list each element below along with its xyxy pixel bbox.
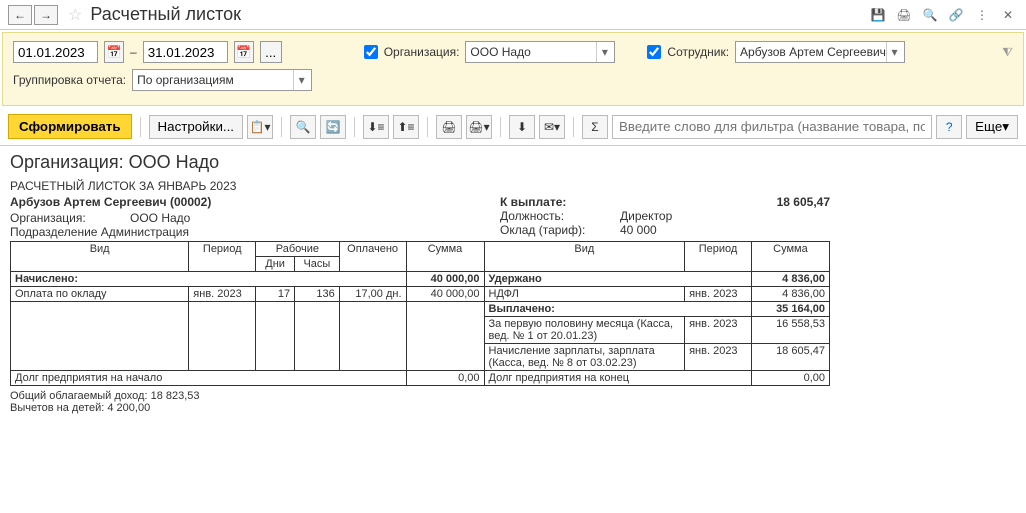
- group-label: Группировка отчета:: [13, 73, 126, 87]
- save-icon[interactable]: 💾: [868, 5, 888, 25]
- save-as-button[interactable]: ⬇: [509, 115, 535, 139]
- filter-panel: 📅 – 📅 ... Организация: ООО Надо ▾ Сотруд…: [2, 32, 1024, 106]
- emp-checkbox[interactable]: [647, 45, 661, 59]
- help-button[interactable]: ?: [936, 115, 962, 139]
- collapse-button[interactable]: ⬆≡: [393, 115, 419, 139]
- email-button[interactable]: ✉▾: [539, 115, 565, 139]
- emp-combo-value: Арбузов Артем Сергеевич: [740, 45, 886, 59]
- date-to-input[interactable]: [143, 41, 228, 63]
- nav-back-button[interactable]: ←: [8, 5, 32, 25]
- more-icon[interactable]: ⋮: [972, 5, 992, 25]
- favorite-icon[interactable]: ☆: [68, 5, 82, 25]
- group-combo-value: По организациям: [137, 73, 234, 87]
- chevron-down-icon: ▾: [886, 42, 902, 62]
- chevron-down-icon: ▾: [293, 70, 309, 90]
- print-icon[interactable]: 🖨: [894, 5, 914, 25]
- funnel-icon[interactable]: ⧨: [1002, 45, 1013, 60]
- expand-button[interactable]: ⬇≡: [363, 115, 389, 139]
- more-button[interactable]: Еще ▾: [966, 115, 1018, 139]
- date-from-input[interactable]: [13, 41, 98, 63]
- group-combo[interactable]: По организациям ▾: [132, 69, 312, 91]
- period-dots-button[interactable]: ...: [260, 41, 282, 63]
- close-icon[interactable]: ✕: [998, 5, 1018, 25]
- print-settings-button[interactable]: 🖨▾: [466, 115, 492, 139]
- taxable-income: Общий облагаемый доход: 18 823,53: [10, 390, 1016, 402]
- chevron-down-icon: ▾: [596, 42, 612, 62]
- print-button[interactable]: 🖨: [436, 115, 462, 139]
- child-deductions: Вычетов на детей: 4 200,00: [10, 402, 1016, 414]
- emp-combo[interactable]: Арбузов Артем Сергеевич ▾: [735, 41, 905, 63]
- find-next-button[interactable]: 🔄: [320, 115, 346, 139]
- org-label: Организация:: [384, 45, 460, 59]
- page-title: Расчетный листок: [90, 4, 241, 25]
- generate-button[interactable]: Сформировать: [8, 114, 132, 139]
- find-button[interactable]: 🔍: [290, 115, 316, 139]
- payroll-table: Вид Период Рабочие Оплачено Сумма Вид Пе…: [10, 241, 830, 386]
- filter-input[interactable]: [612, 115, 932, 139]
- org-checkbox[interactable]: [364, 45, 378, 59]
- emp-label: Сотрудник:: [667, 45, 729, 59]
- link-icon[interactable]: 🔗: [946, 5, 966, 25]
- date-from-picker[interactable]: 📅: [104, 41, 124, 63]
- department: Подразделение Администрация: [10, 225, 500, 239]
- org-header: Организация: ООО Надо: [10, 152, 1016, 173]
- date-dash: –: [130, 45, 137, 59]
- toolbar: Сформировать Настройки... 📋▾ 🔍 🔄 ⬇≡ ⬆≡ 🖨…: [0, 108, 1026, 146]
- sum-button[interactable]: Σ: [582, 115, 608, 139]
- preview-icon[interactable]: 🔍: [920, 5, 940, 25]
- sheet-title: РАСЧЕТНЫЙ ЛИСТОК ЗА ЯНВАРЬ 2023: [10, 179, 1016, 193]
- nav-forward-button[interactable]: →: [34, 5, 58, 25]
- settings-button[interactable]: Настройки...: [149, 115, 243, 139]
- report-area: Организация: ООО Надо РАСЧЕТНЫЙ ЛИСТОК З…: [0, 146, 1026, 420]
- date-to-picker[interactable]: 📅: [234, 41, 254, 63]
- copy-settings-button[interactable]: 📋▾: [247, 115, 273, 139]
- org-combo-value: ООО Надо: [470, 45, 530, 59]
- employee-name: Арбузов Артем Сергеевич (00002): [10, 195, 500, 209]
- org-combo[interactable]: ООО Надо ▾: [465, 41, 615, 63]
